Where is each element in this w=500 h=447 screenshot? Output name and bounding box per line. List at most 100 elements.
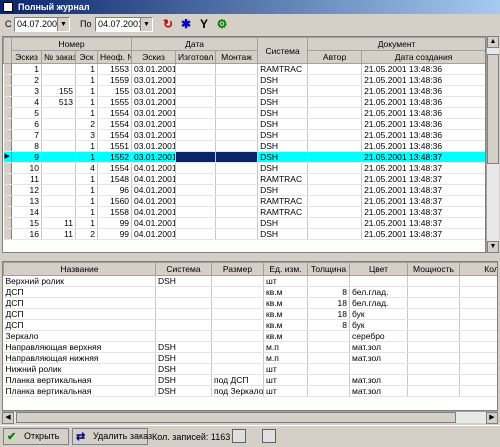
col-header-izgotovl[interactable]: Изготовл [175,50,217,64]
table-cell [175,228,217,240]
list-item[interactable]: Планка вертикальная DSH под Зеркало шт мат.з… [3,385,497,397]
table-cell: ДСП [3,308,156,320]
table-row[interactable]: 7 3 1554 03.01.2001 DSH 21.05.2001 13:48:36 [3,129,485,141]
list-item[interactable]: Верхний ролик DSH шт [3,275,497,287]
scroll-up-icon[interactable]: ▲ [487,36,499,48]
table-cell: 1 [75,63,98,75]
col-header-avtor[interactable]: Автор [307,50,363,64]
list-item[interactable]: ДСП кв.м 8 бел.глад. [3,286,497,298]
from-date-field[interactable]: 04.07.2001 ▼ [14,17,70,32]
table-cell: 2 [75,118,98,130]
table-cell: DSH [257,107,309,119]
table-cell [41,162,76,174]
scroll-left-icon[interactable]: ◀ [2,412,14,424]
table-cell [215,129,259,141]
col-header-eskiz[interactable]: Эскиз [11,50,42,64]
app-icon [3,2,13,12]
table-row[interactable]: 2 1 1559 03.01.2001 DSH 21.05.2001 13:48:36 [3,74,485,86]
table-row[interactable]: 13 1 1560 04.01.2001 RAMTRAC 21.05.2001 13:48… [3,195,485,207]
table-row[interactable]: 14 1 1558 04.01.2001 RAMTRAC 21.05.2001 13:48… [3,206,485,218]
table-row[interactable]: 8 1 1551 03.01.2001 DSH 21.05.2001 13:48:36 [3,140,485,152]
list-item[interactable]: Направляющая нижняя DSH м.п мат.зол [3,352,497,364]
copy-icon[interactable] [232,429,246,443]
col-header-size[interactable]: Размер [211,262,264,276]
col-header-neof-no[interactable]: Неоф. № [96,50,133,64]
table-row[interactable]: 5 1 1554 03.01.2001 DSH 21.05.2001 13:48:36 [3,107,485,119]
table-cell: 16 [11,228,42,240]
table-row[interactable]: 12 1 96 04.01.2001 DSH 21.05.2001 13:48:37 [3,184,485,196]
col-header-data-sozdaniya[interactable]: Дата создания [361,50,485,64]
scroll-right-icon[interactable]: ▶ [486,412,498,424]
col-header-qty[interactable]: Кол [459,262,497,276]
list-item[interactable]: ДСП кв.м8бук 1 [3,319,497,331]
table-cell [407,319,460,331]
col-header-color[interactable]: Цвет [349,262,408,276]
table-cell: 1 [75,74,98,86]
asterisk-icon[interactable]: ✱ [178,16,194,32]
table-row[interactable]: 4 513 1 1555 03.01.2001 DSH 21.05.2001 13:48:3… [3,96,485,108]
table-row[interactable]: 3 155 1 155 03.01.2001 DSH 21.05.2001 13:48:36 [3,85,485,97]
table-cell: 1 [75,184,98,196]
refresh-icon[interactable]: ↻ [160,16,176,32]
journal-vscroll[interactable]: ▲ ▼ [486,36,499,253]
list-item[interactable]: Нижний ролик DSH шт [3,363,497,375]
list-item[interactable]: ДСП кв.м 18 бук [3,308,497,320]
details-hscroll[interactable]: ◀ ▶ [2,411,498,424]
row-indicator [3,74,12,86]
table-cell: 513 [41,96,76,108]
col-header-system[interactable]: Система [155,262,212,276]
table-row[interactable]: 16 11 2 99 04.01.2001 DSH 21.05.2001 13:48:37 [3,228,485,240]
table-row[interactable]: 15 11 1 99 04.01.2001 DSH 21.05.2001 13:48:37 [3,217,485,229]
to-date-field[interactable]: 04.07.2001 ▼ [95,17,153,32]
col-header-esk[interactable]: Эск [75,50,98,64]
filter-icon[interactable]: Y [196,16,212,32]
chevron-down-icon[interactable]: ▼ [140,18,152,31]
table-row[interactable]: ▶ 9 1 1552 03.01.2001 DSH 21.05.2001 13:48:37 [3,151,485,163]
table-row[interactable]: 1 1 1553 03.01.2001 RAMTRAC 21.05.2001 13:48:… [3,63,485,75]
details-table: Название Система Размер Ед. изм. Толщина… [2,261,498,411]
delete-order-button[interactable]: ⇄ Удалить заказ [72,428,152,445]
scroll-down-icon[interactable]: ▼ [487,241,499,253]
table-cell: 03.01.2001 [131,63,177,75]
col-header-power[interactable]: Мощность [407,262,460,276]
open-button[interactable]: ✔ Открыть [3,428,69,445]
table-cell: ДСП [3,286,156,298]
table-cell: бел.глад. [349,286,408,298]
group-header-sistema[interactable]: Система [257,37,309,64]
table-cell: 04.01.2001 [131,173,177,185]
settings-icon[interactable]: ⚙ [214,16,230,32]
window-title: Полный журнал [18,2,90,12]
table-cell: 4 [75,162,98,174]
list-item[interactable]: Планка вертикальная DSH под ДСП шт мат.зол [3,374,497,386]
table-row[interactable]: 6 2 1554 03.01.2001 DSH 21.05.2001 13:48:36 [3,118,485,130]
table-cell: 11 [41,217,76,229]
table-cell [211,308,264,320]
table-cell: DSH [155,363,212,375]
list-item[interactable]: ДСП кв.м 18 бел.глад. [3,297,497,309]
table-cell: 21.05.2001 13:48:37 [361,228,485,240]
list-item[interactable]: Зеркало кв.м серебро 1 [3,330,497,342]
table-cell [211,341,264,353]
chevron-down-icon[interactable]: ▼ [57,18,69,31]
col-header-montazh[interactable]: Монтаж [215,50,259,64]
row-indicator [3,195,12,207]
table-row[interactable]: 10 4 1554 04.01.2001 DSH 21.05.2001 13:48:37 [3,162,485,174]
hscroll-thumb[interactable] [16,412,456,423]
table-cell [307,129,363,141]
col-header-name[interactable]: Название [3,262,156,276]
col-header-order-no[interactable]: № заказа [41,50,76,64]
col-header-eskiz-date[interactable]: Эскиз [131,50,177,64]
table-cell: DSH [257,151,309,163]
table-cell: 155 [41,85,76,97]
table-cell: DSH [257,96,309,108]
list-item[interactable]: Направляющая верхняя DSH м.п мат.зол [3,341,497,353]
col-header-unit[interactable]: Ед. изм. [263,262,308,276]
scroll-thumb[interactable] [487,54,499,164]
table-row[interactable]: 11 1 1548 04.01.2001 RAMTRAC 21.05.2001 13:48… [3,173,485,185]
print-icon[interactable] [262,429,276,443]
table-cell: 03.01.2001 [131,140,177,152]
table-cell [41,129,76,141]
col-header-thickness[interactable]: Толщина [307,262,350,276]
table-cell: мат.зол [349,374,408,386]
table-cell [307,140,363,152]
